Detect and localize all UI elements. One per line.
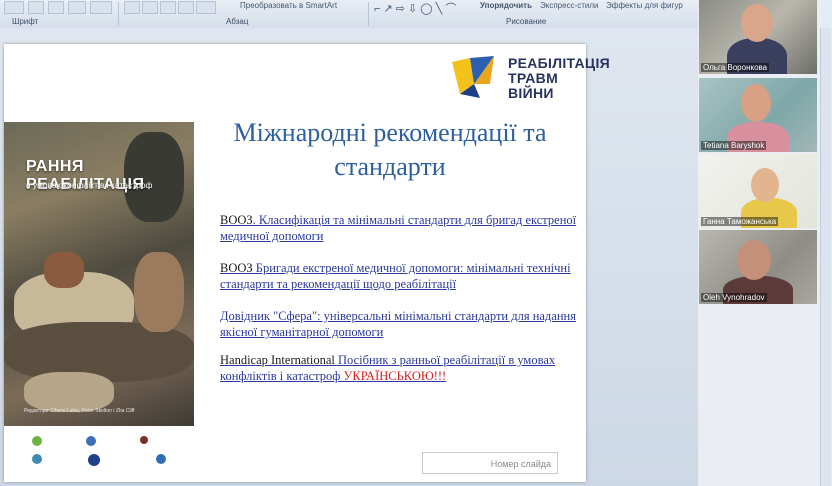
link-who-emt-rehab[interactable]: ВООЗ Бригади екстреної медичної допомоги…: [220, 260, 580, 292]
cover-credit: Редактори: Dhemi Lahiu, Peter Skelton i …: [24, 408, 135, 414]
columns-button[interactable]: [196, 1, 216, 14]
logo-mark-icon: [452, 56, 494, 98]
rehab-war-trauma-logo: РЕАБІЛІТАЦІЯ ТРАВМ ВІЙНИ: [450, 54, 610, 104]
shape-effects-button[interactable]: Эффекты для фигур: [606, 1, 683, 10]
partner-logo-icon: [88, 454, 100, 466]
ribbon-group-font: Шрифт: [12, 17, 39, 26]
partner-logo-icon: [32, 436, 42, 446]
vertical-scrollbar[interactable]: [820, 28, 831, 486]
participant-tile[interactable]: Ганна Таможанська: [699, 154, 817, 228]
participant-video-panel: Ольга Воронкова Tetiana Baryshok Ганна Т…: [698, 0, 820, 486]
cover-photo: РАННЯ РЕАБІЛІТАЦІЯ в умовах конфліктів і…: [4, 122, 194, 426]
participant-name: Ольга Воронкова: [701, 63, 770, 72]
partner-logo-icon: [156, 454, 166, 464]
align-right-button[interactable]: [160, 1, 176, 14]
align-center-button[interactable]: [142, 1, 158, 14]
participant-name: Tetiana Baryshok: [701, 141, 767, 150]
quick-styles-button[interactable]: Экспресс-стили: [540, 1, 599, 10]
align-left-button[interactable]: [124, 1, 140, 14]
bold-button[interactable]: [28, 1, 44, 14]
link-sphere-handbook[interactable]: Довідник "Сфера": універсальні мінімальн…: [220, 308, 580, 340]
cover-subtitle: в умовах конфліктів і катастроф: [26, 180, 153, 190]
ribbon-toolbar: Преобразовать в SmartArt ⌐ ↗ ⇨ ⇩ ◯ ╲ ⌒ У…: [0, 0, 698, 29]
participant-tile[interactable]: Ольга Воронкова: [699, 0, 817, 74]
participant-tile[interactable]: Oleh Vynohradov: [699, 230, 817, 304]
partner-logos: [4, 432, 194, 472]
ribbon-divider: [118, 2, 119, 26]
font-case-button[interactable]: [68, 1, 86, 14]
partner-logo-icon: [32, 454, 42, 464]
partner-logo-icon: [86, 436, 96, 446]
participant-tile[interactable]: Tetiana Baryshok: [699, 78, 817, 152]
ribbon-group-paragraph: Абзац: [226, 17, 249, 26]
ribbon-group-drawing: Рисование: [506, 17, 547, 26]
logo-line-1: РЕАБІЛІТАЦІЯ: [508, 55, 611, 71]
link-handicap-international[interactable]: Handicap International Посібник з ранньо…: [220, 352, 580, 384]
justify-button[interactable]: [178, 1, 194, 14]
slide-title[interactable]: Міжнародні рекомендації та стандарти: [196, 116, 584, 184]
italic-button[interactable]: [48, 1, 64, 14]
partner-logo-icon: [140, 436, 148, 444]
book-cover-image: РАННЯ РЕАБІЛІТАЦІЯ в умовах конфліктів і…: [4, 122, 194, 472]
shapes-gallery-icon[interactable]: ⌐ ↗ ⇨ ⇩ ◯ ╲ ⌒: [374, 0, 456, 16]
logo-line-2: ТРАВМ: [508, 70, 559, 86]
clear-format-button[interactable]: [90, 1, 112, 14]
slide-number-placeholder[interactable]: Номер слайда: [422, 452, 558, 474]
convert-smartart-button[interactable]: Преобразовать в SmartArt: [240, 1, 337, 10]
participant-name: Ганна Таможанська: [701, 217, 779, 226]
logo-line-3: ВІЙНИ: [508, 85, 554, 101]
link-who-classification[interactable]: ВООЗ. Класифікація та мінімальні стандар…: [220, 212, 580, 244]
slide[interactable]: РЕАБІЛІТАЦІЯ ТРАВМ ВІЙНИ Міжнародні реко…: [4, 44, 610, 482]
arrange-button[interactable]: Упорядочить: [480, 1, 532, 10]
font-size-button[interactable]: [4, 1, 24, 14]
ribbon-divider: [368, 2, 369, 26]
participant-name: Oleh Vynohradov: [701, 293, 767, 302]
